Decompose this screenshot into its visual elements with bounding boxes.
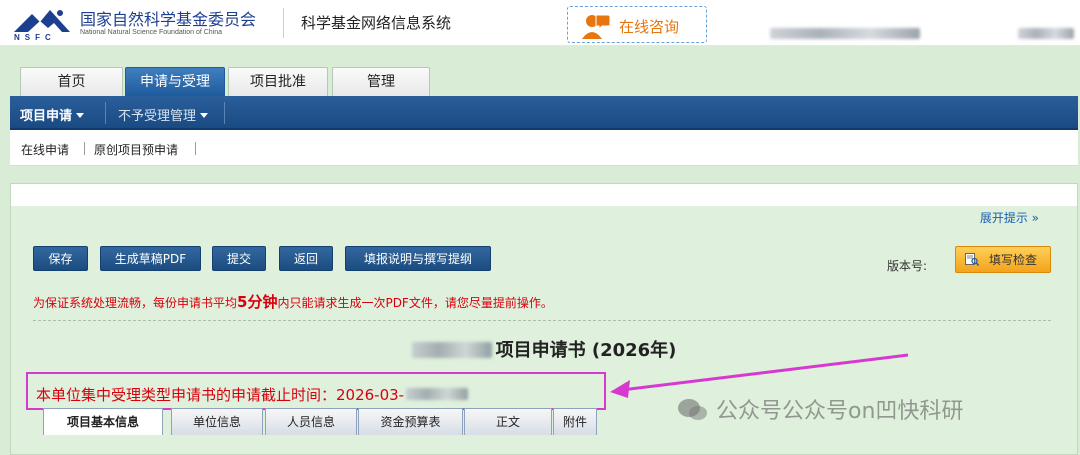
document-title-text: 项目申请书 (2026年) <box>495 340 677 361</box>
redacted-user-info-2 <box>1018 28 1074 39</box>
breadcrumb-online-application[interactable]: 在线申请 <box>21 141 69 158</box>
deadline-label: 本单位集中受理类型申请书的申请截止时间：2026-03- <box>36 386 405 404</box>
tab-budget[interactable]: 资金预算表 <box>358 408 463 435</box>
dotted-divider <box>33 320 1051 321</box>
notice-suffix: 内只能请求生成一次PDF文件，请您尽量提前操作。 <box>277 296 553 310</box>
document-search-icon <box>965 253 979 266</box>
generate-pdf-button[interactable]: 生成草稿PDF <box>100 246 201 271</box>
deadline-highlight-box: 本单位集中受理类型申请书的申请截止时间：2026-03- <box>26 372 606 410</box>
submit-button[interactable]: 提交 <box>212 246 266 271</box>
panel-top-strip <box>11 184 1077 206</box>
notice-emphasis: 5分钟 <box>237 293 278 311</box>
top-header: NSFC 国家自然科学基金委员会 National Natural Scienc… <box>0 0 1080 46</box>
tab-unit-info[interactable]: 单位信息 <box>171 408 263 435</box>
header-divider <box>283 8 284 38</box>
logo-abbreviation: NSFC <box>14 33 56 42</box>
breadcrumb-divider <box>195 142 196 155</box>
sub-navigation: 项目申请 不予受理管理 <box>10 96 1078 130</box>
redacted-deadline-date <box>406 388 469 400</box>
consult-label: 在线咨询 <box>619 18 680 36</box>
document-title: 项目申请书 (2026年) <box>11 336 1077 362</box>
subnav-project-application-label: 项目申请 <box>20 109 73 124</box>
subnav-project-application[interactable]: 项目申请 <box>20 105 85 124</box>
fill-check-button[interactable]: 填写检查 <box>955 246 1051 273</box>
tab-main-text[interactable]: 正文 <box>464 408 552 435</box>
tab-application[interactable]: 申请与受理 <box>125 67 225 96</box>
tab-home[interactable]: 首页 <box>20 67 123 96</box>
pdf-notice: 为保证系统处理流畅，每份申请书平均5分钟内只能请求生成一次PDF文件，请您尽量提… <box>33 291 553 312</box>
fill-check-label: 填写检查 <box>989 253 1038 267</box>
expand-tips-label: 展开提示 <box>979 211 1028 225</box>
guide-button[interactable]: 填报说明与撰写提纲 <box>345 246 491 271</box>
subnav-rejection-management[interactable]: 不予受理管理 <box>118 105 209 124</box>
watermark-label: 公众号公众号on凹快科研 <box>716 399 964 424</box>
system-title: 科学基金网络信息系统 <box>301 14 452 32</box>
online-consult-button[interactable]: 在线咨询 <box>567 6 707 43</box>
watermark-text: 公众号公众号on凹快科研 <box>716 393 963 425</box>
tab-basic-info[interactable]: 项目基本信息 <box>43 408 163 435</box>
chevron-down-icon <box>76 113 85 118</box>
subnav-rejection-label: 不予受理管理 <box>118 109 197 124</box>
tab-personnel-info[interactable]: 人员信息 <box>265 408 357 435</box>
tab-approval[interactable]: 项目批准 <box>228 67 328 96</box>
org-name-english: National Natural Science Foundation of C… <box>80 29 223 36</box>
consult-person-icon <box>582 14 610 39</box>
deadline-text: 本单位集中受理类型申请书的申请截止时间：2026-03- <box>36 384 469 405</box>
expand-tips-link[interactable]: 展开提示 » <box>980 209 1039 226</box>
subnav-divider <box>105 102 106 124</box>
breadcrumb-divider <box>84 142 85 155</box>
wechat-icon <box>678 399 707 420</box>
tab-attachments[interactable]: 附件 <box>553 408 597 435</box>
chevron-down-icon <box>200 113 209 118</box>
breadcrumb-preapplication[interactable]: 原创项目预申请 <box>94 141 178 158</box>
tab-management[interactable]: 管理 <box>332 67 430 96</box>
redacted-project-type <box>411 342 492 358</box>
back-button[interactable]: 返回 <box>279 246 333 271</box>
redacted-user-info <box>770 28 920 39</box>
org-name: 国家自然科学基金委员会 <box>80 10 257 29</box>
version-label: 版本号: <box>887 259 928 273</box>
subnav-divider <box>224 102 225 124</box>
notice-prefix: 为保证系统处理流畅，每份申请书平均 <box>33 296 238 310</box>
save-button[interactable]: 保存 <box>33 246 88 271</box>
double-chevron-down-icon: » <box>1031 211 1039 225</box>
breadcrumb: 在线申请 原创项目预申请 <box>10 130 1078 166</box>
